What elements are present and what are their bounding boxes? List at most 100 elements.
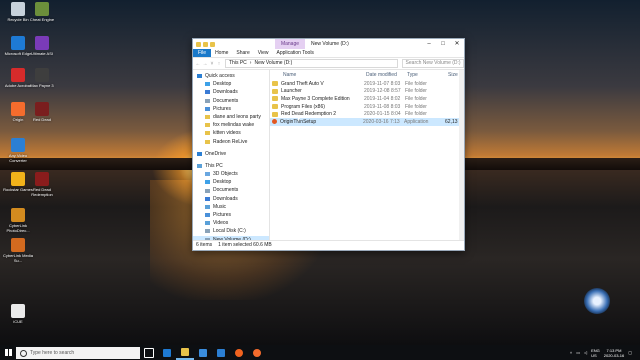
desktop-icon[interactable]: CyberLink Media Su...: [3, 238, 33, 263]
taskbar-edge-button[interactable]: [158, 345, 176, 360]
search-input[interactable]: Search New Volume (D:): [401, 59, 464, 68]
nav-item[interactable]: Radeon ReLive: [193, 138, 269, 146]
file-row[interactable]: Grand Theft Auto V 2019-11-07 8:03 PMFile…: [270, 80, 464, 88]
desktop-icon[interactable]: iCUE: [3, 304, 33, 324]
desktop-icon[interactable]: Ultimate ASI: [27, 36, 57, 56]
app-icon: [35, 172, 49, 186]
desktop-icon[interactable]: Max Payne 3: [27, 68, 57, 88]
tray-chevron-icon[interactable]: ˄: [570, 350, 572, 355]
mail-icon: [217, 348, 225, 357]
back-arrow-icon[interactable]: ←: [195, 61, 201, 67]
taskbar-firefox-button[interactable]: [230, 345, 248, 360]
start-button[interactable]: [0, 345, 16, 360]
column-header-date[interactable]: Date modified: [363, 72, 404, 78]
folder-icon: [205, 196, 210, 201]
app-icon: [11, 304, 25, 318]
nav-item-label: fox melindas wake: [213, 122, 255, 129]
column-header-name[interactable]: Name: [280, 72, 363, 78]
folder-icon: [197, 74, 202, 79]
minimize-icon[interactable]: –: [422, 39, 436, 49]
file-explorer-window[interactable]: Manage New Volume (D:) – □ ✕ File Home S…: [192, 38, 465, 251]
folder-icon: [197, 151, 202, 156]
nav-item[interactable]: Documents: [193, 97, 269, 105]
taskbar-store-button[interactable]: [194, 345, 212, 360]
forward-arrow-icon[interactable]: →: [202, 61, 208, 67]
window-titlebar[interactable]: Manage New Volume (D:) – □ ✕: [193, 39, 464, 49]
folder-icon: [205, 180, 210, 185]
quick-access-toolbar: [193, 41, 215, 47]
breadcrumb-this-pc[interactable]: This PC: [229, 60, 247, 67]
tab-file[interactable]: File: [193, 49, 212, 57]
desktop-icon[interactable]: CyberLink PhotoDirec...: [3, 208, 33, 233]
nav-item[interactable]: Desktop: [193, 178, 269, 186]
nav-item[interactable]: Downloads: [193, 195, 269, 203]
file-row[interactable]: Launcher 2019-12-08 8:57 PMFile folder: [270, 88, 464, 96]
network-icon[interactable]: ▭: [576, 350, 580, 355]
nav-item[interactable]: This PC: [193, 162, 269, 170]
column-header-type[interactable]: Type: [404, 72, 445, 78]
nav-item[interactable]: Local Disk (C:): [193, 227, 269, 235]
breadcrumb-new-volume[interactable]: New Volume (D:): [254, 60, 292, 67]
origin-icon: [253, 348, 261, 357]
taskbar-mail-button[interactable]: [212, 345, 230, 360]
desktop-icon-label: CyberLink PhotoDirec...: [6, 223, 30, 233]
window-title: New Volume (D:): [311, 41, 349, 47]
navigation-pane[interactable]: Quick access Desktop Downloads Documents Pic…: [193, 70, 270, 240]
file-row[interactable]: Program Files (x86) 2019-11-08 8:03 PMFil…: [270, 103, 464, 111]
desktop-icon[interactable]: Red Dead Redemption: [27, 172, 57, 197]
nav-item[interactable]: New Volume (D:): [193, 235, 269, 240]
new-folder-icon[interactable]: [210, 41, 215, 47]
tab-view[interactable]: View: [254, 49, 273, 57]
nav-item[interactable]: 3D Objects: [193, 170, 269, 178]
tab-share[interactable]: Share: [232, 49, 253, 57]
ribbon-tabs: File Home Share View Application Tools: [193, 49, 464, 58]
nav-item[interactable]: OneDrive: [193, 150, 269, 158]
vertical-scrollbar[interactable]: [459, 70, 464, 240]
folder-icon[interactable]: [196, 41, 201, 47]
maximize-icon[interactable]: □: [436, 39, 450, 49]
selection-info: 1 item selected 60.6 MB: [218, 242, 272, 248]
file-row[interactable]: Max Payne 3 Complete Edition 2019-11-04 8…: [270, 95, 464, 103]
close-icon[interactable]: ✕: [450, 39, 464, 49]
recent-chevron-icon[interactable]: ˅: [209, 61, 215, 67]
folder-icon: [205, 139, 210, 144]
taskbar-task-view-button[interactable]: [140, 345, 158, 360]
taskbar-file-explorer-button[interactable]: [176, 345, 194, 360]
folder-icon: [205, 221, 210, 226]
nav-item[interactable]: fox melindas wake: [193, 121, 269, 129]
nav-item[interactable]: Pictures: [193, 105, 269, 113]
nav-item[interactable]: Documents: [193, 186, 269, 194]
nav-item[interactable]: Desktop: [193, 80, 269, 88]
breadcrumb-separator-icon: ›: [249, 60, 252, 66]
nav-item[interactable]: Downloads: [193, 88, 269, 96]
nav-item[interactable]: Music: [193, 203, 269, 211]
clock[interactable]: 7:13 PM 2020-03-16: [604, 348, 624, 358]
manage-context-tab[interactable]: Manage: [275, 39, 305, 49]
properties-icon[interactable]: [203, 41, 208, 47]
folder-icon: [205, 237, 210, 240]
clock-date: 2020-03-16: [603, 352, 625, 358]
file-list[interactable]: Name Date modified Type Size Grand Theft…: [270, 70, 464, 240]
tab-application-tools[interactable]: Application Tools: [273, 49, 318, 57]
volume-icon[interactable]: ◁: [584, 350, 587, 355]
taskbar-origin-button[interactable]: [248, 345, 266, 360]
nav-item-label: Pictures: [213, 105, 232, 112]
file-name: Red Dead Redemption 2: [281, 111, 337, 118]
nav-item[interactable]: kitten videos: [193, 129, 269, 137]
address-bar[interactable]: This PC › New Volume (D:): [225, 59, 398, 68]
desktop-icon-label: iCUE: [13, 319, 23, 324]
desktop-icon[interactable]: Cheat Engine: [27, 2, 57, 22]
up-arrow-icon[interactable]: ↑: [216, 61, 222, 67]
file-date: 2019-11-07 8:03 PM: [364, 80, 402, 87]
nav-item[interactable]: diane and leons party: [193, 113, 269, 121]
nav-item[interactable]: Videos: [193, 219, 269, 227]
notifications-icon[interactable]: ▢: [628, 350, 632, 355]
language-indicator[interactable]: ENG US: [591, 348, 600, 358]
nav-item[interactable]: Quick access: [193, 72, 269, 80]
desktop-icon[interactable]: Any Video Converter: [3, 138, 33, 163]
taskbar-search-box[interactable]: Type here to search: [16, 346, 140, 359]
desktop-icon[interactable]: Red Dead: [27, 102, 57, 122]
folder-icon: [205, 213, 210, 218]
nav-item[interactable]: Pictures: [193, 211, 269, 219]
tab-home[interactable]: Home: [211, 49, 232, 57]
